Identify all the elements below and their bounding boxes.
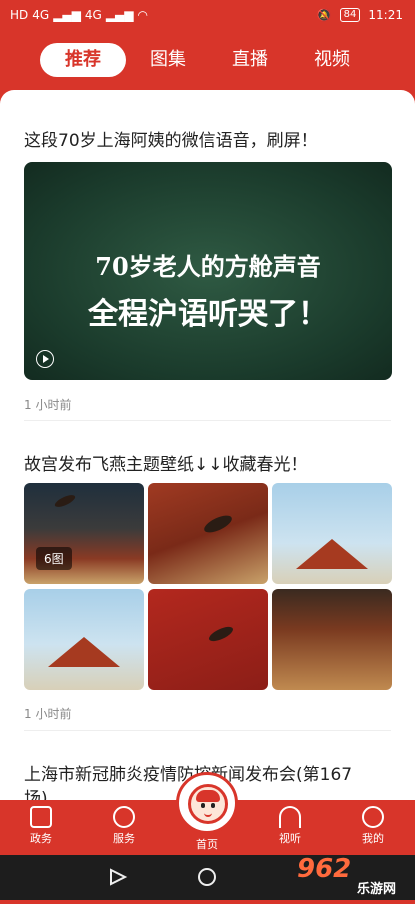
- nav-mine[interactable]: 我的: [346, 806, 400, 846]
- divider: [24, 730, 391, 731]
- divider: [24, 420, 391, 421]
- nav-label: 政务: [30, 832, 52, 845]
- nav-home-label[interactable]: 首页: [176, 836, 238, 852]
- gallery-image[interactable]: [148, 589, 268, 690]
- swallow-icon: [207, 623, 235, 645]
- network-indicator: 4G: [32, 8, 50, 22]
- tab-live[interactable]: 直播: [228, 43, 272, 77]
- back-icon[interactable]: [110, 868, 128, 886]
- nav-label: 服务: [113, 832, 135, 845]
- article-title[interactable]: 这段70岁上海阿姨的微信语音，刷屏！: [24, 126, 318, 151]
- tab-recommend[interactable]: 推荐: [40, 43, 126, 77]
- video-caption-line2: 全程沪语听哭了！: [88, 297, 328, 332]
- hd-indicator: HD: [10, 8, 29, 22]
- video-thumbnail[interactable]: 70岁老人的方舱声音 全程沪语听哭了！: [24, 162, 392, 380]
- watermark-brand: 962: [297, 854, 352, 884]
- service-icon: [113, 806, 135, 828]
- article-time: 1 小时前: [24, 707, 72, 721]
- signal-icon-2: ▂▄▆: [105, 8, 134, 22]
- clock: 11:21: [368, 8, 403, 22]
- mascot-eye: [211, 803, 215, 808]
- status-bar: HD 4G ▂▄▆ 4G ▂▄▆ ◠ 🔕 84 11:21: [0, 0, 415, 34]
- image-count-badge: 6图: [36, 547, 72, 570]
- nav-government[interactable]: 政务: [14, 806, 68, 846]
- nav-label: 我的: [362, 832, 384, 845]
- home-button[interactable]: [176, 772, 238, 834]
- palace-roof-icon: [48, 637, 120, 667]
- gallery-image[interactable]: [24, 589, 144, 690]
- home-circle-icon[interactable]: [198, 868, 216, 886]
- battery-indicator: 84: [339, 8, 361, 22]
- watermark-sub: 乐游网: [357, 882, 397, 897]
- signal-indicators: HD 4G ▂▄▆ 4G ▂▄▆ ◠: [10, 8, 148, 22]
- swallow-icon: [53, 492, 77, 510]
- mascot-icon: [188, 784, 228, 824]
- top-tab-bar: 推荐 图集 直播 视频: [0, 34, 415, 90]
- mascot-hair: [196, 790, 220, 802]
- video-caption-line1: 70岁老人的方舱声音: [95, 252, 321, 281]
- gallery-image[interactable]: [272, 589, 392, 690]
- nav-service[interactable]: 服务: [97, 806, 151, 846]
- image-gallery-grid[interactable]: 6图: [24, 483, 392, 690]
- clipboard-icon: [30, 806, 52, 828]
- gallery-image[interactable]: 6图: [24, 483, 144, 584]
- nav-label: 视听: [279, 832, 301, 845]
- mute-bell-icon: 🔕: [316, 8, 332, 22]
- gallery-image[interactable]: [148, 483, 268, 584]
- watermark-logo: 962 乐游网: [297, 852, 407, 897]
- network-indicator-2: 4G: [84, 8, 102, 22]
- wifi-icon: ◠: [137, 8, 148, 22]
- article-time: 1 小时前: [24, 398, 72, 412]
- feed-panel: 这段70岁上海阿姨的微信语音，刷屏！ 70岁老人的方舱声音 全程沪语听哭了！ 1…: [0, 90, 415, 800]
- sun-broadcast-icon: [279, 806, 301, 828]
- palace-roof-icon: [296, 539, 368, 569]
- play-icon[interactable]: [36, 350, 54, 368]
- tab-gallery[interactable]: 图集: [146, 43, 190, 77]
- gallery-image[interactable]: [272, 483, 392, 584]
- mascot-mouth: [204, 811, 212, 817]
- swallow-icon: [201, 512, 235, 536]
- tab-video[interactable]: 视频: [310, 43, 354, 77]
- article-title[interactable]: 故宫发布飞燕主题壁纸↓↓收藏春光！: [24, 450, 308, 475]
- user-icon: [362, 806, 384, 828]
- article-title-continued[interactable]: 场): [24, 784, 48, 800]
- signal-icon: ▂▄▆: [53, 8, 81, 22]
- nav-audiovisual[interactable]: 视听: [263, 806, 317, 846]
- mascot-eye: [201, 803, 205, 808]
